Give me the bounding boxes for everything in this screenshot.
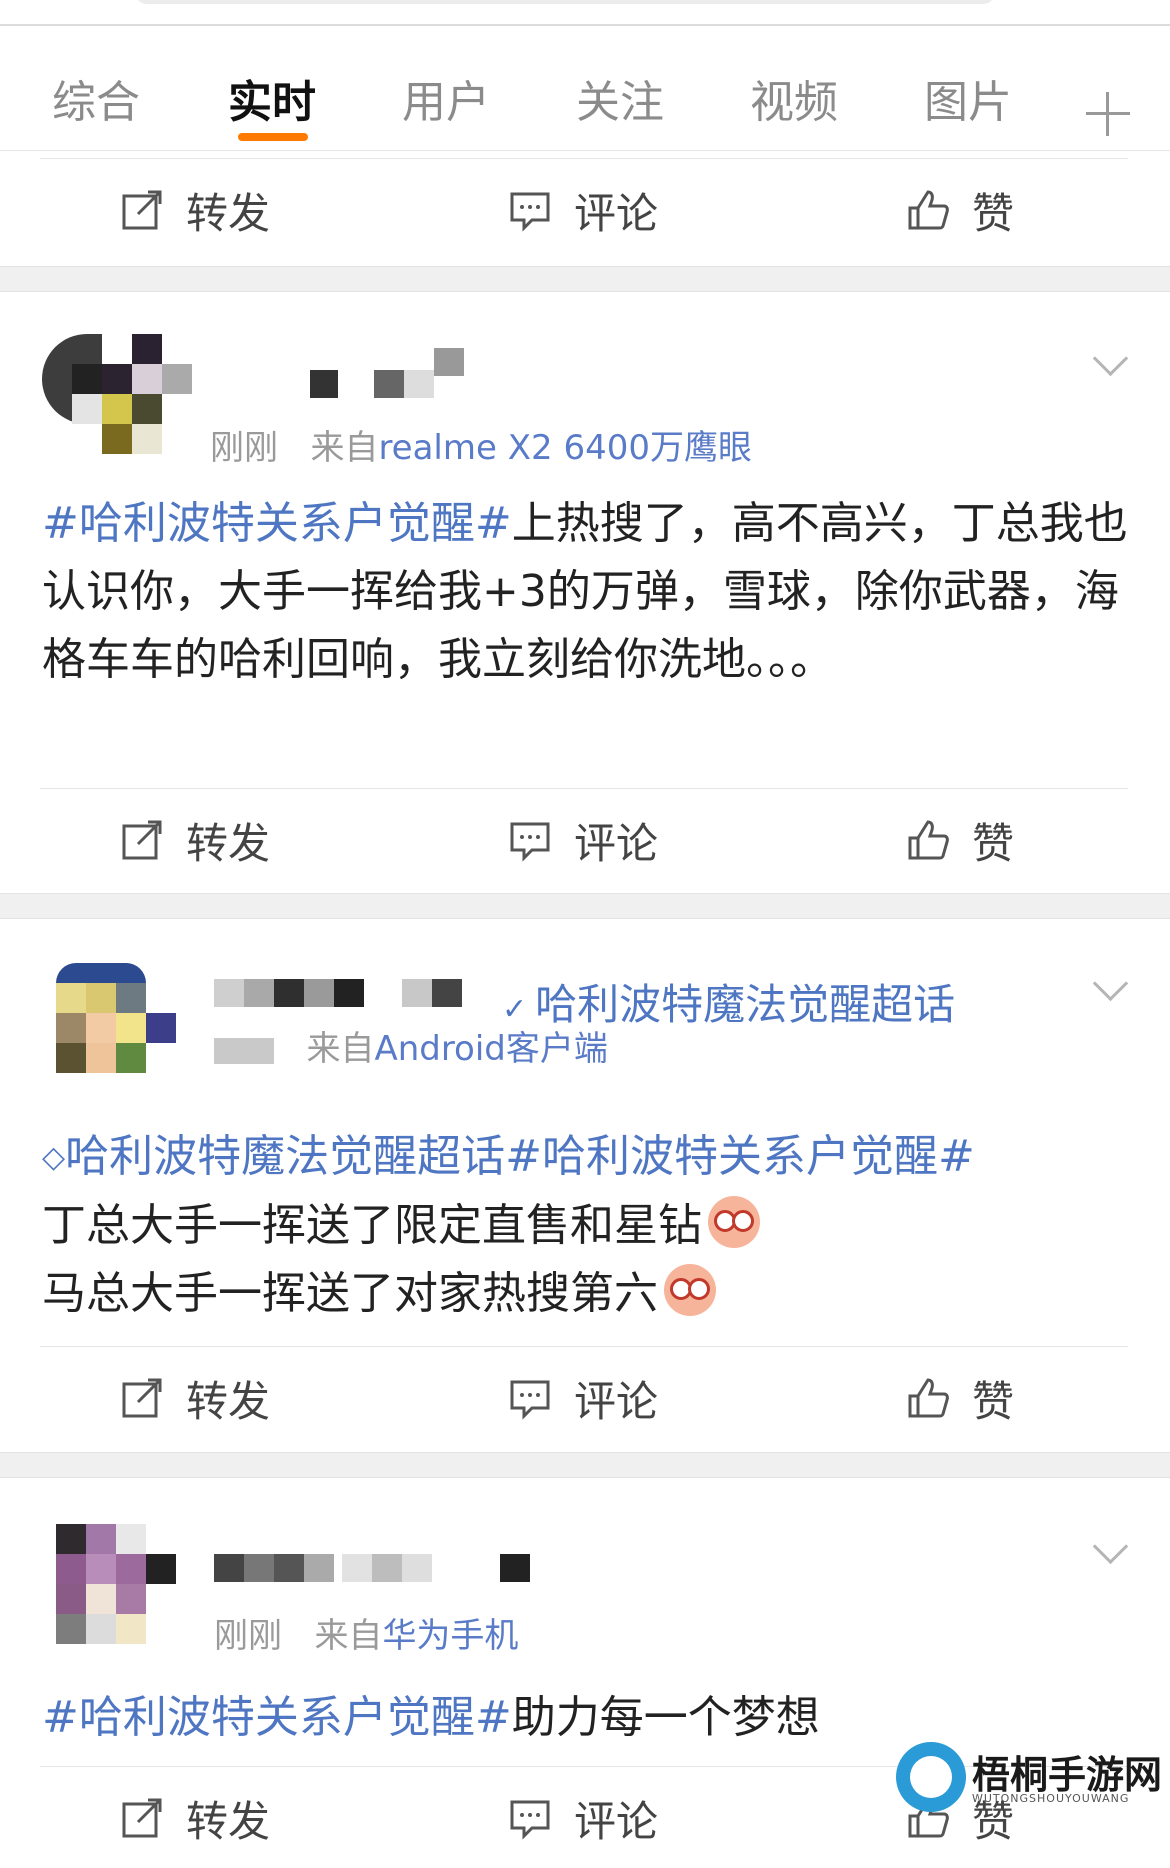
divider <box>40 788 1128 789</box>
post-source[interactable]: realme X2 6400万鹰眼 <box>378 428 752 468</box>
site-watermark: 梧桐手游网 WUTONGSHOUYOUWANG <box>890 1740 1170 1815</box>
post-topics-line: ◇哈利波特魔法觉醒超话#哈利波特关系户觉醒# <box>42 1123 1132 1192</box>
comment-label: 评论 <box>574 1796 659 1846</box>
repost-label: 转发 <box>186 1376 271 1426</box>
time-blurred <box>214 1038 274 1064</box>
repost-icon <box>122 190 162 230</box>
post-time: 刚刚 <box>214 1616 282 1656</box>
username-blurred[interactable] <box>214 979 474 1007</box>
comment-icon <box>510 822 550 862</box>
like-button[interactable]: 赞 <box>906 812 1014 868</box>
chevron-down-icon[interactable] <box>1094 346 1126 378</box>
divider <box>40 1346 1128 1347</box>
tab-realtime[interactable]: 实时 <box>228 66 316 130</box>
comment-icon <box>510 192 550 232</box>
cute-emoji-icon <box>708 1196 760 1248</box>
action-bar: 转发 评论 赞 <box>0 790 1170 890</box>
action-bar: 转发 评论 赞 <box>0 160 1170 260</box>
repost-label: 转发 <box>186 1796 271 1846</box>
thumbs-up-icon <box>908 820 949 860</box>
chevron-down-icon[interactable] <box>1094 971 1126 1003</box>
username-blurred[interactable] <box>310 348 470 398</box>
post-line: 马总大手一挥送了对家热搜第六 <box>42 1260 1132 1328</box>
post-source[interactable]: Android客户端 <box>374 1029 607 1069</box>
tab-images[interactable]: 图片 <box>924 66 1012 130</box>
feed-separator <box>0 1452 1170 1478</box>
comment-button[interactable]: 评论 <box>508 812 658 868</box>
active-tab-indicator <box>238 133 308 141</box>
repost-label: 转发 <box>186 188 271 238</box>
like-label: 赞 <box>972 188 1015 238</box>
watermark-title: 梧桐手游网 <box>972 1753 1163 1797</box>
post-meta: 刚刚 来自华为手机 <box>214 1608 518 1657</box>
thumbs-up-icon <box>908 190 949 230</box>
comment-icon <box>510 1800 550 1840</box>
like-label: 赞 <box>972 818 1015 868</box>
tab-general[interactable]: 综合 <box>52 66 140 130</box>
hashtag-link[interactable]: #哈利波特关系户觉醒# <box>505 1131 975 1182</box>
filter-tabs: 综合 实时 用户 关注 视频 图片 <box>0 26 1170 151</box>
tab-video[interactable]: 视频 <box>750 66 838 130</box>
watermark-subtitle: WUTONGSHOUYOUWANG <box>972 1792 1130 1805</box>
diamond-icon: ◇ <box>42 1140 66 1175</box>
like-label: 赞 <box>972 1376 1015 1426</box>
feed-separator <box>0 266 1170 292</box>
avatar[interactable] <box>42 334 192 464</box>
action-bar: 转发 评论 赞 <box>0 1348 1170 1448</box>
cute-emoji-icon <box>664 1264 716 1316</box>
post-source-prefix: 来自 <box>306 1029 375 1069</box>
add-tab-icon[interactable] <box>1086 92 1130 136</box>
post-text: 助力每一个梦想 <box>511 1692 820 1743</box>
thumbs-up-icon <box>908 1378 949 1418</box>
repost-button[interactable]: 转发 <box>120 182 270 238</box>
username-blurred[interactable] <box>214 1554 534 1582</box>
repost-button[interactable]: 转发 <box>120 1370 270 1426</box>
hashtag-link[interactable]: #哈利波特关系户觉醒# <box>42 498 512 549</box>
post-line: 丁总大手一挥送了限定直售和星钻 <box>42 1192 1132 1260</box>
like-button[interactable]: 赞 <box>906 182 1014 238</box>
tab-users[interactable]: 用户 <box>402 66 490 130</box>
repost-icon <box>122 1798 162 1838</box>
repost-icon <box>122 1378 162 1418</box>
search-pill[interactable] <box>135 0 995 4</box>
chevron-down-icon[interactable] <box>1094 1534 1126 1566</box>
comment-icon <box>510 1380 550 1420</box>
like-button[interactable]: 赞 <box>906 1370 1014 1426</box>
post-time: 刚刚 <box>210 428 278 468</box>
hashtag-link[interactable]: #哈利波特关系户觉醒# <box>42 1692 512 1743</box>
avatar[interactable] <box>42 1524 182 1654</box>
post-meta: 来自Android客户端 <box>214 1021 608 1070</box>
repost-button[interactable]: 转发 <box>120 812 270 868</box>
repost-label: 转发 <box>186 818 271 868</box>
post-source[interactable]: 华为手机 <box>382 1616 518 1656</box>
comment-button[interactable]: 评论 <box>508 182 658 238</box>
comment-button[interactable]: 评论 <box>508 1370 658 1426</box>
supertopic-tag-label: 哈利波特魔法觉醒超话 <box>65 1131 506 1182</box>
supertopic-tag[interactable]: ◇哈利波特魔法觉醒超话 <box>42 1131 505 1182</box>
comment-label: 评论 <box>574 188 659 238</box>
repost-icon <box>122 820 162 860</box>
comment-label: 评论 <box>574 818 659 868</box>
post-body: #哈利波特关系户觉醒#上热搜了，高不高兴，丁总我也认识你，大手一挥给我+3的万弹… <box>42 490 1132 694</box>
search-bar-remnant <box>0 0 1170 26</box>
avatar[interactable] <box>42 963 182 1093</box>
tab-following[interactable]: 关注 <box>576 66 664 130</box>
repost-button[interactable]: 转发 <box>120 1790 270 1846</box>
comment-label: 评论 <box>574 1376 659 1426</box>
post-line-text: 丁总大手一挥送了限定直售和星钻 <box>42 1200 702 1251</box>
comment-button[interactable]: 评论 <box>508 1790 658 1846</box>
feed-separator <box>0 893 1170 919</box>
post-body: ◇哈利波特魔法觉醒超话#哈利波特关系户觉醒# 丁总大手一挥送了限定直售和星钻 马… <box>42 1123 1132 1328</box>
post-line-text: 马总大手一挥送了对家热搜第六 <box>42 1268 658 1319</box>
palm-tree-logo-icon <box>896 1742 966 1812</box>
divider <box>40 158 1128 159</box>
post-source-prefix: 来自 <box>310 428 379 468</box>
post-source-prefix: 来自 <box>314 1616 383 1656</box>
post-meta: 刚刚 来自realme X2 6400万鹰眼 <box>210 420 752 469</box>
